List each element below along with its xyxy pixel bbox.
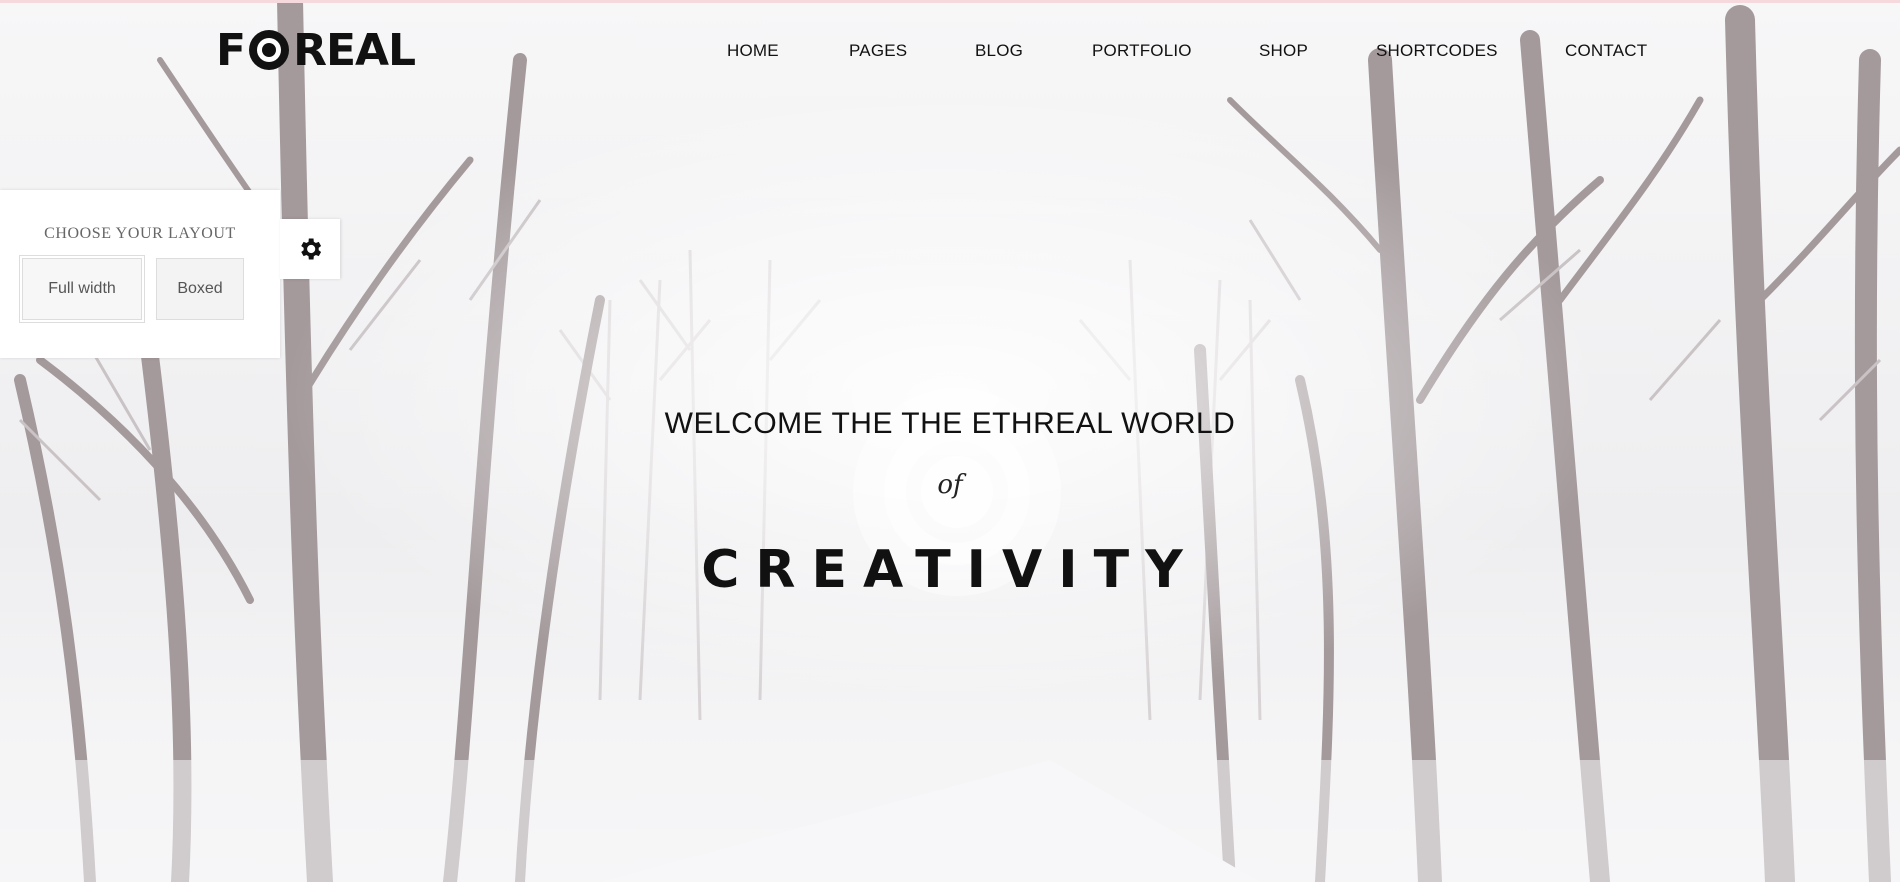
gear-icon [301,238,322,260]
top-accent-line [0,0,1900,3]
full-width-button[interactable]: Full width [19,255,145,323]
hero-of-line: of [937,470,963,500]
boxed-button[interactable]: Boxed [156,258,244,320]
nav-pages[interactable]: PAGES [849,41,907,61]
layout-switcher-toggle[interactable] [280,219,340,279]
nav-shortcodes[interactable]: SHORTCODES [1376,41,1498,61]
hero-creativity-line: CREATIVITY [701,540,1199,600]
nav-shop[interactable]: SHOP [1259,41,1308,61]
layout-switcher-panel: CHOOSE YOUR LAYOUT Full width Boxed [0,190,280,358]
nav-home[interactable]: HOME [727,41,779,61]
logo-text-end: REAL [293,24,416,76]
layout-switcher-title: CHOOSE YOUR LAYOUT [44,225,236,242]
nav-portfolio[interactable]: PORTFOLIO [1092,41,1192,61]
site-header: F REAL HOME PAGES BLOG PORTFOLIO SHOP SH… [0,0,1900,104]
logo-text-start: F [216,24,246,76]
nav-contact[interactable]: CONTACT [1565,41,1647,61]
nav-blog[interactable]: BLOG [975,41,1023,61]
hero-welcome-line: WELCOME THE THE ETHREAL WORLD [664,407,1236,440]
logo-o-icon [249,30,290,70]
site-logo[interactable]: F REAL [216,25,416,76]
